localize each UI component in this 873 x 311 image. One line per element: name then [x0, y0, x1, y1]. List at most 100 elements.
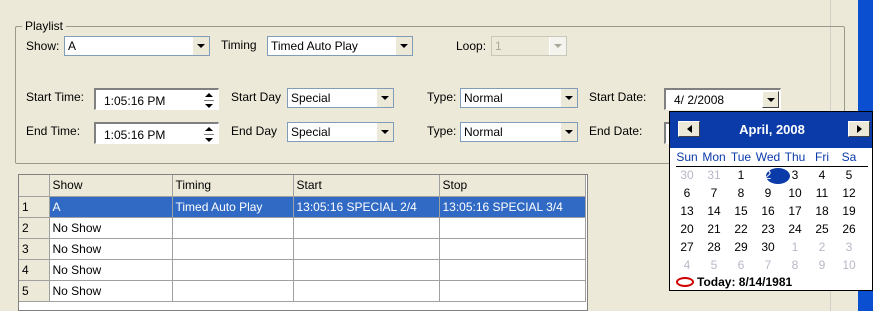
spin-down-icon[interactable]	[205, 137, 213, 142]
row-number[interactable]: 2	[19, 217, 50, 239]
calendar-day[interactable]: 29	[728, 240, 754, 256]
cell-show[interactable]: No Show	[49, 238, 173, 260]
calendar-day[interactable]: 2	[755, 168, 781, 184]
calendar-day[interactable]: 14	[701, 204, 727, 220]
cell-start[interactable]	[293, 217, 440, 239]
show-combo[interactable]: A	[64, 36, 210, 56]
spin-up-icon[interactable]	[205, 126, 213, 131]
calendar-day[interactable]: 23	[755, 222, 781, 238]
calendar-day[interactable]: 22	[728, 222, 754, 238]
start-day-dropdown-button[interactable]	[376, 89, 393, 107]
cell-show[interactable]: No Show	[49, 259, 173, 281]
timing-dropdown-button[interactable]	[395, 37, 412, 55]
calendar-day[interactable]: 3	[836, 240, 862, 256]
calendar-day[interactable]: 1	[728, 168, 754, 184]
start-type-combo[interactable]: Normal	[460, 88, 578, 108]
table-row[interactable]: 4 No Show	[19, 259, 586, 281]
calendar-day[interactable]: 31	[701, 168, 727, 184]
calendar-day[interactable]: 15	[728, 204, 754, 220]
calendar-day[interactable]: 4	[809, 168, 835, 184]
calendar-day[interactable]: 10	[836, 258, 862, 274]
table-row[interactable]: 3 No Show	[19, 238, 586, 260]
end-day-dropdown-button[interactable]	[376, 123, 393, 141]
end-time-spinner[interactable]	[201, 124, 217, 144]
column-header-show[interactable]: Show	[49, 175, 173, 197]
start-time-field[interactable]: 1:05:16 PM	[94, 88, 219, 110]
calendar-day[interactable]: 17	[782, 204, 808, 220]
calendar-day[interactable]: 12	[836, 186, 862, 202]
cell-show[interactable]: A	[49, 196, 173, 218]
calendar-day[interactable]: 18	[809, 204, 835, 220]
calendar-day[interactable]: 5	[701, 258, 727, 274]
calendar-day[interactable]: 6	[674, 186, 700, 202]
cell-timing[interactable]	[172, 217, 294, 239]
row-number[interactable]: 3	[19, 238, 50, 260]
calendar-day[interactable]: 16	[755, 204, 781, 220]
table-row[interactable]: 5 No Show	[19, 280, 586, 302]
cell-stop[interactable]	[439, 238, 586, 260]
end-day-combo[interactable]: Special	[287, 122, 394, 142]
timing-combo[interactable]: Timed Auto Play	[267, 36, 413, 56]
calendar-day[interactable]: 7	[701, 186, 727, 202]
calendar-day[interactable]: 2	[809, 240, 835, 256]
calendar-month-title[interactable]: April, 2008	[670, 122, 872, 137]
calendar-day[interactable]: 20	[674, 222, 700, 238]
cell-stop[interactable]	[439, 259, 586, 281]
cell-timing[interactable]: Timed Auto Play	[172, 196, 294, 218]
column-header-start[interactable]: Start	[293, 175, 440, 197]
calendar-day[interactable]: 25	[809, 222, 835, 238]
end-type-dropdown-button[interactable]	[560, 123, 577, 141]
spin-up-icon[interactable]	[205, 92, 213, 97]
table-row[interactable]: 2 No Show	[19, 217, 586, 239]
table-row[interactable]: 1 A Timed Auto Play 13:05:16 SPECIAL 2/4…	[19, 196, 586, 218]
calendar-day[interactable]: 4	[674, 258, 700, 274]
cell-stop[interactable]	[439, 280, 586, 302]
column-header-timing[interactable]: Timing	[172, 175, 294, 197]
end-time-field[interactable]: 1:05:16 PM	[94, 122, 219, 144]
calendar-day[interactable]: 1	[782, 240, 808, 256]
calendar-day[interactable]: 9	[755, 186, 781, 202]
calendar-day[interactable]: 19	[836, 204, 862, 220]
end-type-combo[interactable]: Normal	[460, 122, 578, 142]
calendar-today-link[interactable]: Today: 8/14/1981	[676, 275, 792, 289]
start-date-dropdown-button[interactable]	[762, 91, 779, 108]
calendar-day[interactable]: 7	[755, 258, 781, 274]
calendar-day[interactable]: 28	[701, 240, 727, 256]
cell-start[interactable]: 13:05:16 SPECIAL 2/4	[293, 196, 440, 218]
cell-show[interactable]: No Show	[49, 280, 173, 302]
calendar-day[interactable]: 10	[782, 186, 808, 202]
next-month-button[interactable]	[848, 121, 870, 137]
calendar-day[interactable]: 13	[674, 204, 700, 220]
calendar-day[interactable]: 26	[836, 222, 862, 238]
show-dropdown-button[interactable]	[192, 37, 209, 55]
cell-stop[interactable]: 13:05:16 SPECIAL 3/4	[439, 196, 586, 218]
column-header-stop[interactable]: Stop	[439, 175, 586, 197]
cell-timing[interactable]	[172, 259, 294, 281]
cell-start[interactable]	[293, 238, 440, 260]
calendar-day[interactable]: 30	[674, 168, 700, 184]
calendar-day[interactable]: 11	[809, 186, 835, 202]
start-type-dropdown-button[interactable]	[560, 89, 577, 107]
calendar-day[interactable]: 8	[782, 258, 808, 274]
cell-show[interactable]: No Show	[49, 217, 173, 239]
calendar-day[interactable]: 9	[809, 258, 835, 274]
row-number[interactable]: 4	[19, 259, 50, 281]
calendar-day[interactable]: 27	[674, 240, 700, 256]
calendar-day[interactable]: 30	[755, 240, 781, 256]
calendar-day[interactable]: 24	[782, 222, 808, 238]
spin-down-icon[interactable]	[205, 103, 213, 108]
cell-stop[interactable]	[439, 217, 586, 239]
calendar-day[interactable]: 5	[836, 168, 862, 184]
start-time-spinner[interactable]	[201, 90, 217, 110]
row-number[interactable]: 5	[19, 280, 50, 302]
start-day-combo[interactable]: Special	[287, 88, 394, 108]
cell-timing[interactable]	[172, 238, 294, 260]
cell-start[interactable]	[293, 280, 440, 302]
start-date-picker[interactable]: 4/ 2/2008	[664, 88, 781, 110]
cell-timing[interactable]	[172, 280, 294, 302]
calendar-day[interactable]: 8	[728, 186, 754, 202]
cell-start[interactable]	[293, 259, 440, 281]
calendar-day[interactable]: 21	[701, 222, 727, 238]
calendar-day[interactable]: 3	[782, 168, 808, 184]
row-number[interactable]: 1	[19, 196, 50, 218]
